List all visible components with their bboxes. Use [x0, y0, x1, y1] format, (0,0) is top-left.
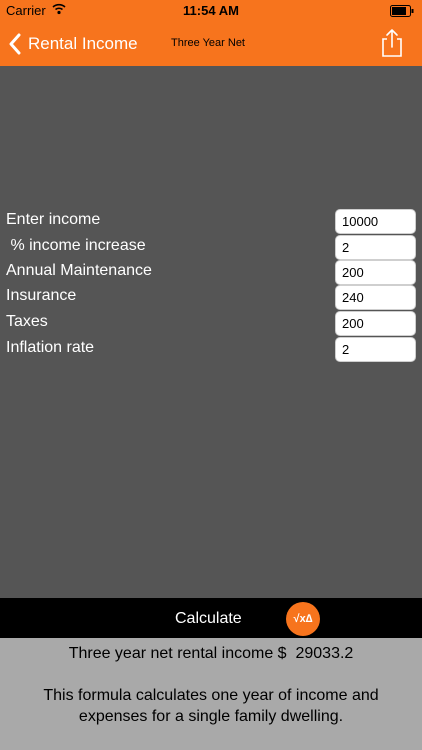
- calculate-button[interactable]: Calculate: [175, 610, 242, 628]
- inflation-label: Inflation rate: [6, 339, 95, 356]
- status-time: 11:54 AM: [183, 3, 239, 18]
- net-income-result: Three year net rental income $ 29033.2: [68, 645, 354, 662]
- taxes-label: Taxes: [6, 313, 48, 330]
- chevron-left-icon: [9, 33, 21, 55]
- taxes-field[interactable]: [335, 311, 416, 336]
- income-field[interactable]: [335, 209, 416, 234]
- form-row-insurance: Insurance: [0, 285, 422, 310]
- calculate-bar: Calculate √x∆: [0, 598, 422, 638]
- form-row-income-increase: % income increase: [0, 235, 422, 260]
- back-button-label: Rental Income: [28, 34, 138, 53]
- page-title: Three Year Net: [171, 37, 245, 49]
- inflation-field[interactable]: [335, 337, 416, 362]
- income-label: Enter income: [6, 211, 101, 228]
- form-area: Enter income % income increase Annual Ma…: [0, 66, 422, 598]
- navigation-bar: Rental Income Three Year Net: [0, 22, 422, 66]
- back-button[interactable]: Rental Income: [8, 30, 138, 58]
- share-icon[interactable]: [380, 28, 404, 58]
- results-panel: Three year net rental income $ 29033.2 T…: [0, 638, 422, 750]
- form-row-inflation: Inflation rate: [0, 337, 422, 362]
- income-increase-field[interactable]: [335, 235, 416, 260]
- insurance-field[interactable]: [335, 285, 416, 310]
- maintenance-field[interactable]: [335, 260, 416, 285]
- insurance-label: Insurance: [6, 287, 77, 304]
- form-row-taxes: Taxes: [0, 311, 422, 336]
- maintenance-label: Annual Maintenance: [6, 262, 152, 279]
- formula-description: This formula calculates one year of inco…: [43, 687, 379, 725]
- status-bar: Carrier 11:54 AM: [0, 0, 422, 22]
- calculator-icon-glyph: √x∆: [293, 613, 313, 625]
- form-row-maintenance: Annual Maintenance: [0, 260, 422, 285]
- income-increase-label: % income increase: [6, 237, 146, 254]
- calculator-icon[interactable]: √x∆: [286, 602, 320, 636]
- battery-icon: [390, 5, 414, 17]
- form-row-income: Enter income: [0, 209, 422, 234]
